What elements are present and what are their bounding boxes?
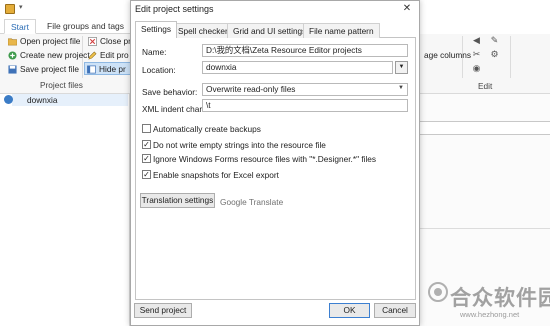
location-field[interactable]: downxia [202,61,393,74]
open-project-file-label: Open project file [20,36,81,46]
edit-project-label: Edit pro [100,50,129,60]
save-project-file-button[interactable]: Save project file [6,63,79,76]
auto-backup-label: Automatically create backups [153,124,261,134]
tab-grid-ui-settings[interactable]: Grid and UI settings [227,23,313,38]
ignore-designer-files-checkbox[interactable]: ✓ [142,154,151,163]
pencil-icon [88,51,97,60]
hide-project-button[interactable]: Hide pr [84,62,132,75]
right-pane-header [420,121,550,135]
google-translate-label: Google Translate [220,197,284,207]
dialog-title: Edit project settings [135,4,214,14]
tab-spell-checker[interactable]: Spell checker [172,23,234,38]
right-pane-section [420,228,550,288]
name-field[interactable]: D:\我的文档\Zeta Resource Editor projects [202,44,408,57]
create-new-project-label: Create new project [20,50,90,60]
hide-project-label: Hide pr [99,64,126,74]
chevron-down-icon[interactable]: ▼ [398,85,404,91]
enable-snapshots-checkbox[interactable]: ✓ [142,170,151,179]
cancel-button[interactable]: Cancel [374,303,416,318]
speaker-icon[interactable]: ◀ [472,36,481,45]
send-project-button[interactable]: Send project [134,303,192,318]
save-project-file-label: Save project file [20,64,80,74]
gamepad-icon[interactable]: ◉ [472,64,481,73]
group-label-edit: Edit [478,81,493,91]
auto-backup-checkbox[interactable] [142,124,151,133]
add-icon [8,51,17,60]
folder-open-icon [8,38,17,46]
translation-settings-button[interactable]: Translation settings [140,193,215,208]
cut-icon[interactable]: ✂ [472,50,481,59]
tools-icon[interactable]: ⚙ [490,50,499,59]
close-icon[interactable]: ✕ [400,3,414,15]
save-behavior-select[interactable]: Overwrite read-only files [202,83,408,96]
create-new-project-button[interactable]: Create new project [6,49,90,62]
no-empty-strings-checkbox[interactable]: ✓ [142,140,151,149]
qat-dropdown-icon[interactable]: ▾ [19,3,23,11]
project-tree[interactable] [0,94,130,326]
ribbon-divider-right-2 [510,36,511,78]
watermark-url: www.hezhong.net [460,310,520,319]
watermark-text: 合众软件园 [450,286,550,310]
open-project-file-button[interactable]: Open project file [6,35,80,48]
app-icon [5,4,15,14]
settings-icon[interactable]: ✎ [490,36,499,45]
edit-project-button[interactable]: Edit pro [86,49,129,62]
tab-file-name-pattern[interactable]: File name pattern [303,23,380,38]
save-icon [8,65,17,74]
watermark-logo-icon [428,282,448,302]
ribbon-tab-start[interactable]: Start [4,19,36,34]
ignore-designer-files-label: Ignore Windows Forms resource files with… [153,154,377,164]
settings-tab-panel [135,37,416,300]
enable-snapshots-label: Enable snapshots for Excel export [153,170,279,180]
ok-button[interactable]: OK [329,303,370,318]
group-label-project-files: Project files [40,80,83,90]
close-project-label: Close pr [100,36,131,46]
hide-panel-icon [87,65,96,74]
name-label: Name: [142,47,167,57]
xml-indent-field[interactable]: \t [202,99,408,112]
tab-settings[interactable]: Settings [135,21,177,38]
xml-indent-label: XML indent chars: [142,104,209,114]
no-empty-strings-label: Do not write empty strings into the reso… [153,140,326,150]
location-dropdown-button[interactable]: ▼ [395,61,408,74]
save-behavior-label: Save behavior: [142,87,198,97]
close-project-button[interactable]: Close pr [86,35,131,48]
tree-item-label: downxia [27,95,58,105]
close-project-icon [88,37,97,46]
globe-icon [4,95,13,104]
ribbon-tab-file-groups[interactable]: File groups and tags [41,19,130,34]
manage-columns-label[interactable]: age columns [424,50,471,60]
location-label: Location: [142,65,176,75]
